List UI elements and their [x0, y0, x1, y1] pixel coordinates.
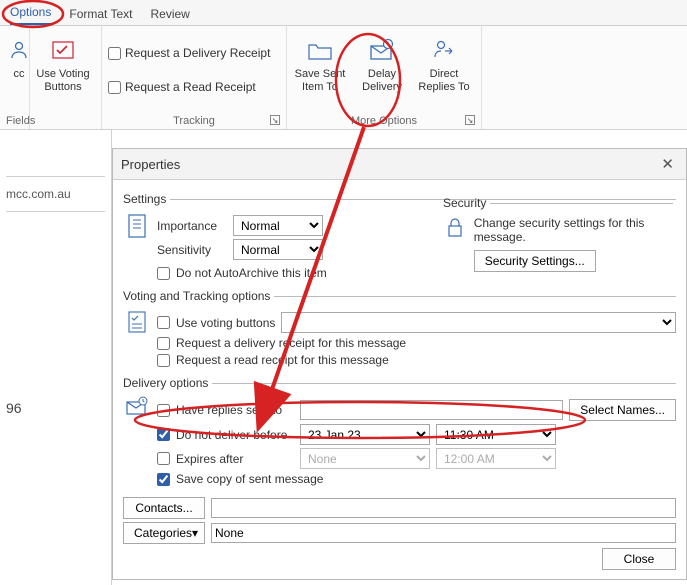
- expires-after-label: Expires after: [176, 452, 294, 466]
- voting-tracking-legend: Voting and Tracking options: [123, 289, 274, 303]
- no-autoarchive-label: Do not AutoArchive this item: [176, 266, 327, 280]
- use-voting-checkbox[interactable]: [157, 316, 170, 329]
- chevron-down-icon: ▾: [192, 526, 198, 540]
- have-replies-input[interactable]: [300, 400, 563, 420]
- req-read-checkbox[interactable]: [157, 354, 170, 367]
- delay-delivery-label: Delay Delivery: [362, 68, 402, 94]
- categories-button[interactable]: Categories▾: [123, 522, 205, 544]
- close-button[interactable]: Close: [602, 548, 676, 570]
- do-not-deliver-before-label: Do not deliver before: [176, 428, 294, 442]
- expires-time-select: 12:00 AM: [436, 448, 556, 469]
- direct-replies-label: Direct Replies To: [418, 68, 469, 94]
- importance-select[interactable]: Normal: [233, 215, 323, 236]
- voting-buttons-select[interactable]: [281, 312, 676, 333]
- tab-review[interactable]: Review: [151, 7, 190, 25]
- save-copy-label: Save copy of sent message: [176, 472, 323, 486]
- delivery-icon: [123, 396, 151, 489]
- folder-save-icon: [304, 34, 336, 66]
- req-read-label: Request a read receipt for this message: [176, 353, 389, 367]
- request-read-receipt-checkbox[interactable]: [108, 81, 121, 94]
- security-legend: Security: [443, 196, 490, 210]
- importance-label: Importance: [157, 219, 227, 233]
- group-more-options-label: More Options↘: [293, 113, 475, 127]
- request-read-receipt-label: Request a Read Receipt: [125, 80, 256, 94]
- settings-legend: Settings: [123, 192, 170, 206]
- delivery-options-fieldset: Delivery options Have replies sent to Se…: [123, 376, 676, 547]
- group-tracking-label: Tracking↘: [108, 113, 280, 127]
- sensitivity-label: Sensitivity: [157, 243, 227, 257]
- voting-buttons[interactable]: Use Voting Buttons: [36, 30, 90, 94]
- security-settings-button[interactable]: Security Settings...: [474, 250, 596, 272]
- properties-dialog: Properties ✕ Settings Importance Normal …: [112, 148, 687, 580]
- save-copy-checkbox[interactable]: [157, 473, 170, 486]
- req-delivery-label: Request a delivery receipt for this mess…: [176, 336, 406, 350]
- no-autoarchive-checkbox[interactable]: [157, 267, 170, 280]
- categories-input[interactable]: [211, 523, 676, 543]
- do-not-deliver-before-checkbox[interactable]: [157, 428, 170, 441]
- expires-date-select: None: [300, 448, 430, 469]
- save-sent-label: Save Sent Item To: [295, 68, 346, 94]
- tab-options[interactable]: Options: [10, 5, 51, 25]
- tracking-launcher-icon[interactable]: ↘: [270, 115, 280, 125]
- bcc-label: cc: [14, 68, 25, 81]
- lock-icon: [443, 216, 468, 272]
- request-delivery-receipt-label: Request a Delivery Receipt: [125, 46, 270, 60]
- dialog-title: Properties: [121, 157, 180, 172]
- contacts-input[interactable]: [211, 498, 676, 518]
- delay-delivery-button[interactable]: Delay Delivery: [355, 30, 409, 94]
- message-area-peek: mcc.com.au: [0, 130, 112, 585]
- ballot-icon: [47, 34, 79, 66]
- security-text: Change security settings for this messag…: [474, 216, 673, 244]
- have-replies-checkbox[interactable]: [157, 404, 170, 417]
- deliver-date-select[interactable]: 23 Jan 23: [300, 424, 430, 445]
- deliver-time-select[interactable]: 11:30 AM: [436, 424, 556, 445]
- number-fragment: 96: [6, 400, 22, 416]
- have-replies-label: Have replies sent to: [176, 403, 294, 417]
- voting-label: Use Voting Buttons: [36, 68, 89, 94]
- settings-icon: [123, 212, 151, 263]
- contacts-button[interactable]: Contacts...: [123, 497, 205, 519]
- close-icon[interactable]: ✕: [657, 155, 678, 173]
- voting-tracking-fieldset: Voting and Tracking options Use voting b…: [123, 289, 676, 370]
- more-options-launcher-icon[interactable]: ↘: [465, 115, 475, 125]
- use-voting-label: Use voting buttons: [176, 316, 275, 330]
- address-fragment: mcc.com.au: [6, 176, 105, 212]
- delay-delivery-icon: [366, 34, 398, 66]
- tab-format-text[interactable]: Format Text: [69, 7, 132, 25]
- direct-replies-to-button[interactable]: Direct Replies To: [417, 30, 471, 94]
- save-sent-item-to-button[interactable]: Save Sent Item To: [293, 30, 347, 94]
- sensitivity-select[interactable]: Normal: [233, 239, 323, 260]
- direct-replies-icon: [428, 34, 460, 66]
- group-fields-label: Fields: [6, 113, 23, 127]
- ribbon-tabs: Options Format Text Review: [0, 0, 687, 26]
- tracking-icon: [123, 309, 151, 370]
- delivery-options-legend: Delivery options: [123, 376, 212, 390]
- expires-after-checkbox[interactable]: [157, 452, 170, 465]
- select-names-button[interactable]: Select Names...: [569, 399, 676, 421]
- security-fieldset: Security Change security settings for th…: [443, 196, 673, 272]
- req-delivery-checkbox[interactable]: [157, 337, 170, 350]
- bcc-button[interactable]: cc: [6, 30, 32, 81]
- request-delivery-receipt-checkbox[interactable]: [108, 47, 121, 60]
- ribbon: cc Fields Use Voting Buttons Request a D…: [0, 26, 687, 130]
